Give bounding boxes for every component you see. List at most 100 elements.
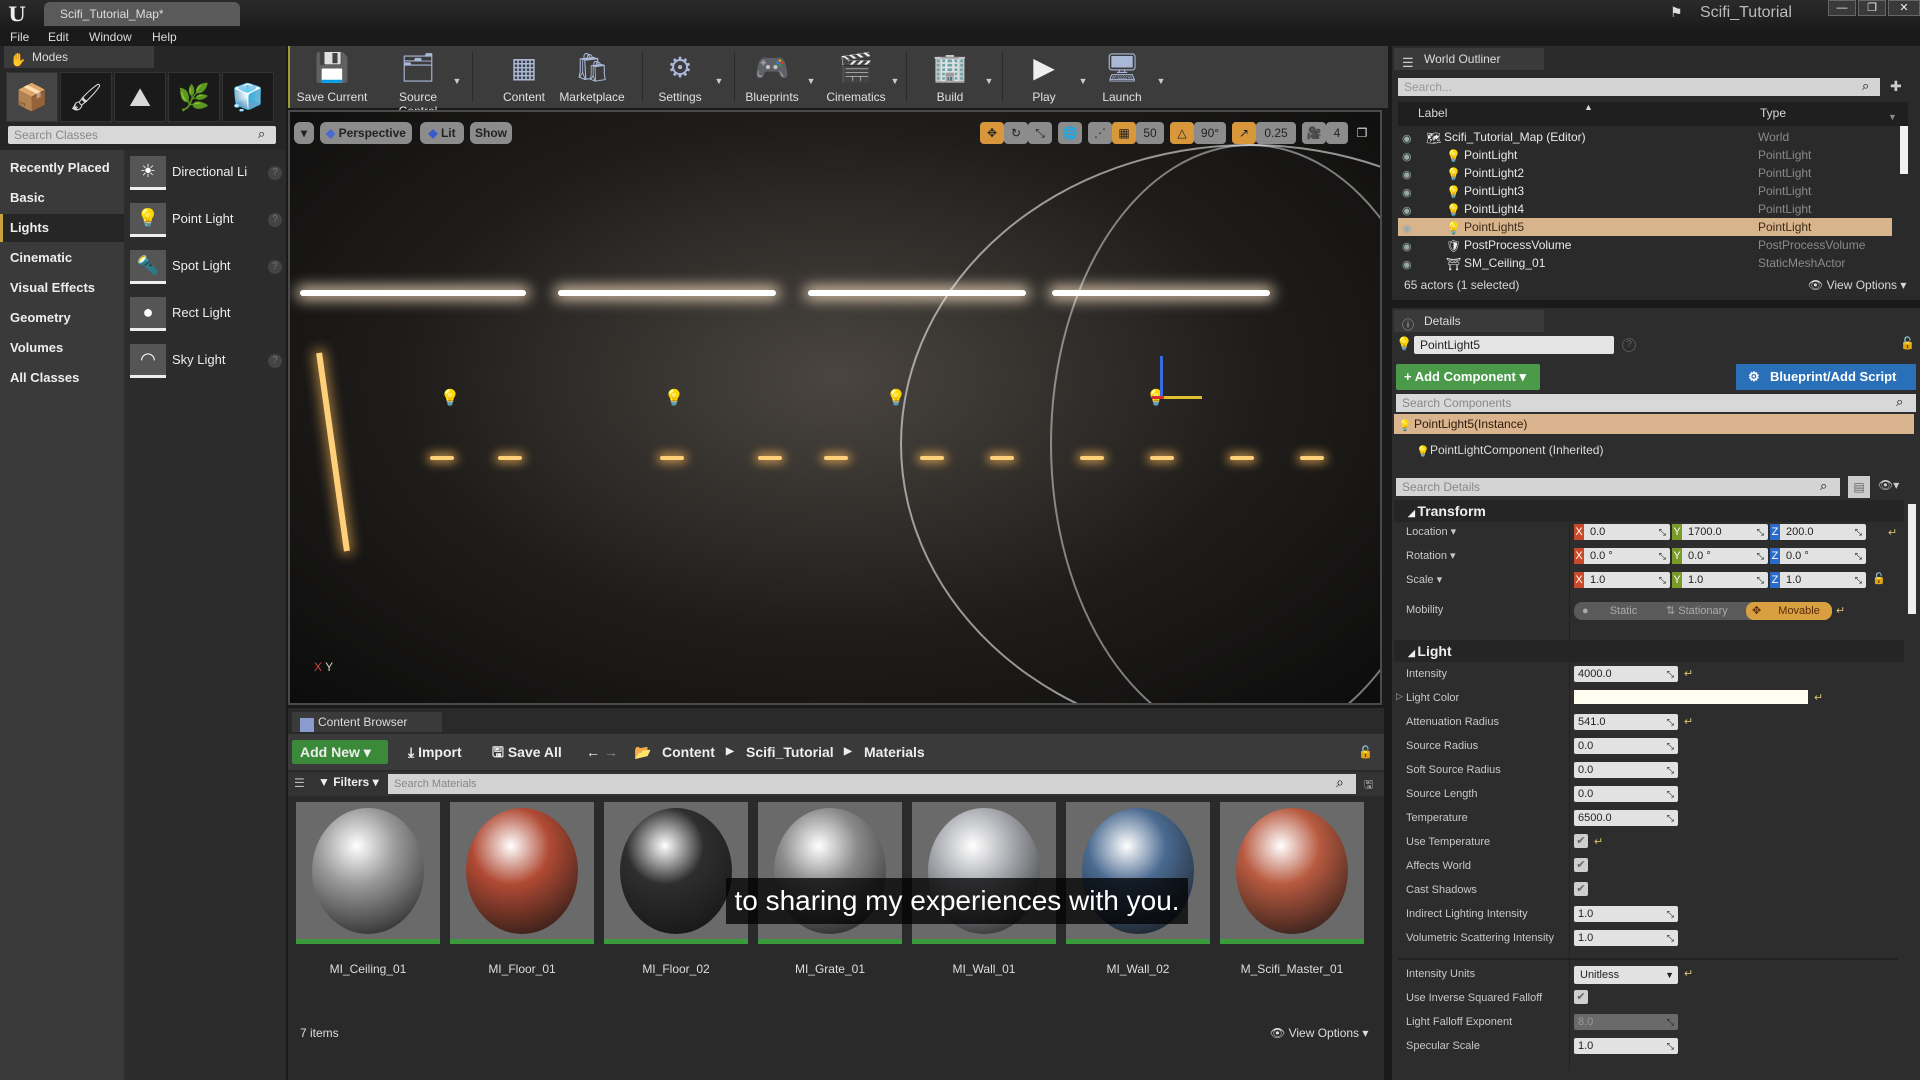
- filters-button[interactable]: ▼ Filters ▾: [318, 775, 382, 793]
- details-scrollbar[interactable]: [1908, 504, 1916, 614]
- category-visual-effects[interactable]: Visual Effects: [0, 274, 124, 302]
- add-component-button[interactable]: + Add Component ▾: [1396, 364, 1540, 390]
- reset-to-default-icon[interactable]: ↵: [1836, 604, 1848, 617]
- outliner-search-input[interactable]: Search...: [1398, 78, 1880, 96]
- actor-name-input[interactable]: PointLight5: [1414, 336, 1614, 354]
- point-light-icon[interactable]: 💡: [440, 388, 460, 407]
- gizmo-y-axis[interactable]: [1162, 396, 1202, 399]
- save-search-icon[interactable]: 🖫: [1364, 776, 1378, 792]
- outliner-row[interactable]: ◉ 🗺 Scifi_Tutorial_Map (Editor) World: [1398, 128, 1892, 146]
- point-light-icon[interactable]: 💡: [886, 388, 906, 407]
- menu-help[interactable]: Help: [152, 28, 177, 46]
- scale-label[interactable]: Scale ▾: [1406, 570, 1442, 590]
- visibility-eye-icon[interactable]: ◉: [1402, 238, 1416, 253]
- outliner-row[interactable]: ◉ ⛩ SM_Ceiling_01 StaticMeshActor: [1398, 254, 1892, 272]
- rotation-z-field[interactable]: Z 0.0 ° ⤡: [1770, 548, 1866, 564]
- save-all-button[interactable]: 🖫 Save All: [492, 740, 562, 764]
- component-instance-row[interactable]: 💡 PointLight5(Instance): [1394, 414, 1914, 434]
- lock-icon[interactable]: 🔓: [1358, 740, 1373, 764]
- scale-z-field[interactable]: Z 1.0 ⤡: [1770, 572, 1866, 588]
- source-control-button[interactable]: 🗂 Source Control ▼: [378, 50, 462, 118]
- component-inherited-row[interactable]: 💡 PointLightComponent (Inherited): [1416, 440, 1716, 460]
- class-item[interactable]: 🔦 Spot Light ?: [130, 248, 286, 290]
- light-color-swatch[interactable]: [1574, 690, 1808, 704]
- chevron-down-icon[interactable]: ▼: [890, 76, 900, 86]
- visibility-eye-icon[interactable]: ◉: [1402, 202, 1416, 217]
- specular-scale-field[interactable]: 1.0 ⤡: [1574, 1038, 1678, 1054]
- use-temperature-checkbox[interactable]: ✔: [1574, 834, 1588, 848]
- drag-handle-icon[interactable]: ⤡: [1667, 786, 1674, 802]
- scale-x-field[interactable]: X 1.0 ⤡: [1574, 572, 1670, 588]
- drag-handle-icon[interactable]: ⤡: [1855, 548, 1862, 564]
- chevron-down-icon[interactable]: ▼: [1888, 112, 1900, 124]
- add-folder-icon[interactable]: ✚: [1890, 78, 1908, 96]
- cast-shadows-checkbox[interactable]: ✔: [1574, 882, 1588, 896]
- breadcrumb-content[interactable]: Content: [662, 740, 715, 764]
- outliner-row[interactable]: ◉ 🛡 PostProcessVolume PostProcessVolume: [1398, 236, 1892, 254]
- use-inverse-squared-falloff-checkbox[interactable]: ✔: [1574, 990, 1588, 1004]
- drag-handle-icon[interactable]: ⤡: [1757, 572, 1764, 588]
- location-label[interactable]: Location ▾: [1406, 522, 1456, 542]
- mobility-stationary[interactable]: ⇅ Stationary: [1660, 602, 1746, 620]
- grid-snap-value[interactable]: 50: [1136, 122, 1164, 144]
- drag-handle-icon[interactable]: ⤡: [1667, 666, 1674, 682]
- perspective-button[interactable]: ◆ Perspective: [320, 122, 412, 144]
- outliner-row[interactable]: ◉ 💡 PointLight3 PointLight: [1398, 182, 1892, 200]
- help-icon[interactable]: ?: [268, 166, 282, 180]
- search-icon[interactable]: ⌕: [1862, 78, 1878, 96]
- landscape-mode-icon[interactable]: ⛰: [114, 72, 166, 122]
- class-item[interactable]: ● Rect Light: [130, 295, 286, 337]
- help-icon[interactable]: ?: [1622, 338, 1636, 352]
- paint-mode-icon[interactable]: 🖌: [60, 72, 112, 122]
- view-options-button[interactable]: 👁 View Options ▾: [1270, 1026, 1380, 1042]
- asset-tile[interactable]: [1220, 802, 1364, 944]
- class-item[interactable]: ☀ Directional Li ?: [130, 154, 286, 196]
- soft-source-radius-field[interactable]: 0.0 ⤡: [1574, 762, 1678, 778]
- drag-handle-icon[interactable]: ⤡: [1667, 762, 1674, 778]
- camera-speed-value[interactable]: 4: [1326, 122, 1348, 144]
- property-matrix-icon[interactable]: ▤: [1848, 476, 1870, 498]
- class-item[interactable]: 💡 Point Light ?: [130, 201, 286, 243]
- launch-button[interactable]: 🖥 Launch ▼: [1082, 50, 1165, 106]
- drag-handle-icon[interactable]: ⤡: [1667, 906, 1674, 922]
- chevron-down-icon[interactable]: ▼: [1156, 76, 1166, 86]
- transform-section-header[interactable]: ◢ Transform: [1394, 500, 1904, 522]
- expand-icon[interactable]: ▷: [1396, 691, 1404, 703]
- breadcrumb-scifi-tutorial[interactable]: Scifi_Tutorial: [746, 740, 834, 764]
- foliage-mode-icon[interactable]: 🌿: [168, 72, 220, 122]
- drag-handle-icon[interactable]: ⤡: [1659, 548, 1666, 564]
- level-viewport[interactable]: ▾ ◆ Perspective ◆ Lit Show ✥ ↻ ⤡ 🌐 ⋰ ▦ 5…: [288, 110, 1382, 705]
- volumetric-scattering-intensity-field[interactable]: 1.0 ⤡: [1574, 930, 1678, 946]
- menu-window[interactable]: Window: [89, 28, 132, 46]
- add-new-button[interactable]: Add New ▾: [292, 740, 388, 764]
- geometry-mode-icon[interactable]: 🧊: [222, 72, 274, 122]
- scale-y-field[interactable]: Y 1.0 ⤡: [1672, 572, 1768, 588]
- asset-tile[interactable]: [296, 802, 440, 944]
- search-icon[interactable]: ⌕: [1896, 394, 1912, 412]
- blueprint-add-script-button[interactable]: ⚙ Blueprint/Add Script: [1736, 364, 1916, 390]
- drag-handle-icon[interactable]: ⤡: [1667, 1014, 1674, 1030]
- reset-to-default-icon[interactable]: ↵: [1684, 967, 1696, 980]
- maximize-button[interactable]: ❐: [1858, 0, 1886, 16]
- translate-tool-icon[interactable]: ✥: [980, 122, 1004, 144]
- sources-toggle-icon[interactable]: ☰: [294, 776, 310, 792]
- visibility-eye-icon[interactable]: ◉: [1402, 184, 1416, 199]
- breadcrumb-materials[interactable]: Materials: [864, 740, 925, 764]
- menu-edit[interactable]: Edit: [48, 28, 69, 46]
- world-outliner-tab[interactable]: ☰ World Outliner: [1394, 48, 1544, 70]
- category-all-classes[interactable]: All Classes: [0, 364, 124, 392]
- outliner-view-options-button[interactable]: 👁 View Options ▾: [1808, 278, 1906, 292]
- chevron-down-icon[interactable]: ▼: [714, 76, 724, 86]
- reset-to-default-icon[interactable]: ↵: [1888, 526, 1900, 539]
- drag-handle-icon[interactable]: ⤡: [1667, 930, 1674, 946]
- outliner-row[interactable]: ◉ 💡 PointLight5 PointLight: [1398, 218, 1892, 236]
- drag-handle-icon[interactable]: ⤡: [1667, 1038, 1674, 1054]
- chevron-down-icon[interactable]: ▼: [984, 76, 994, 86]
- location-x-field[interactable]: X 0.0 ⤡: [1574, 524, 1670, 540]
- viewport-options-button[interactable]: ▾: [294, 122, 314, 144]
- scale-lock-icon[interactable]: 🔓: [1872, 572, 1886, 586]
- settings-button[interactable]: ⚙ Settings ▼: [640, 50, 723, 106]
- column-type[interactable]: Type: [1760, 106, 1860, 122]
- gizmo-x-axis[interactable]: [1152, 396, 1164, 399]
- help-icon[interactable]: ?: [268, 213, 282, 227]
